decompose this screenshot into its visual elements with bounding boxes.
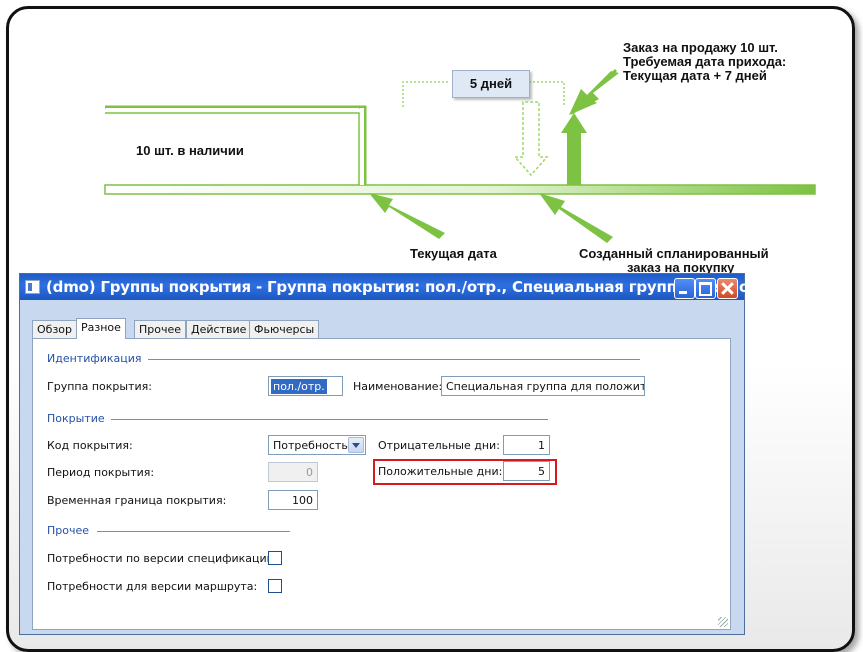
- close-button[interactable]: [717, 278, 738, 299]
- tab-general[interactable]: Разное: [76, 318, 126, 339]
- tab-futures[interactable]: Фьючерсы: [249, 320, 320, 338]
- route-version-checkbox[interactable]: [268, 579, 282, 593]
- time-fence-label: Временная граница покрытия:: [47, 494, 227, 507]
- section-divider: [97, 531, 290, 532]
- name-label: Наименование:: [353, 380, 443, 393]
- coverage-code-value: Потребность: [273, 439, 348, 452]
- form-icon: [25, 280, 40, 294]
- section-identification: Идентификация: [47, 352, 142, 365]
- positive-days-label: Положительные дни:: [378, 465, 503, 478]
- positive-days-field[interactable]: 5: [503, 461, 550, 481]
- coverage-period-label: Период покрытия:: [47, 466, 155, 479]
- planned-order-arrow: [539, 193, 613, 243]
- sales-order-text-2: Требуемая дата прихода:: [623, 54, 787, 69]
- coverage-group-label: Группа покрытия:: [47, 380, 152, 393]
- time-fence-field[interactable]: 100: [268, 490, 318, 510]
- coverage-group-value: пол./отр.: [271, 379, 327, 394]
- resize-grip[interactable]: [718, 617, 728, 627]
- section-coverage: Покрытие: [47, 412, 105, 425]
- section-divider: [111, 419, 548, 420]
- section-other: Прочее: [47, 524, 90, 537]
- coverage-code-select[interactable]: Потребность: [268, 435, 366, 455]
- tab-other[interactable]: Прочее: [134, 320, 187, 338]
- chevron-down-icon[interactable]: [348, 437, 364, 453]
- title-bar[interactable]: (dmo) Группы покрытия - Группа покрытия:…: [20, 274, 801, 300]
- current-date-arrow: [369, 193, 445, 239]
- timeline-bar: [104, 184, 816, 195]
- bom-version-label: Потребности по версии спецификации:: [47, 552, 278, 565]
- tab-action[interactable]: Действие: [186, 320, 252, 338]
- tab-panel-general: Идентификация Группа покрытия: пол./отр.…: [32, 338, 731, 630]
- minimize-button[interactable]: [674, 278, 695, 299]
- section-divider: [148, 359, 640, 360]
- coverage-group-field[interactable]: пол./отр.: [268, 376, 343, 396]
- coverage-period-field[interactable]: 0: [268, 462, 318, 482]
- current-date-text: Текущая дата: [410, 246, 497, 261]
- days-label: 5 дней: [452, 70, 530, 98]
- in-stock-text: 10 шт. в наличии: [136, 143, 244, 158]
- name-field[interactable]: Специальная группа для положите: [441, 376, 645, 396]
- tab-overview[interactable]: Обзор: [32, 320, 78, 338]
- sales-order-text-3: Текущая дата + 7 дней: [623, 68, 767, 83]
- coverage-code-label: Код покрытия:: [47, 439, 133, 452]
- up-arrow: [561, 113, 587, 185]
- coverage-groups-window: (dmo) Группы покрытия - Группа покрытия:…: [19, 273, 801, 635]
- negative-days-field[interactable]: 1: [503, 435, 550, 455]
- route-version-label: Потребности для версии маршрута:: [47, 580, 258, 593]
- negative-days-label: Отрицательные дни:: [378, 439, 500, 452]
- maximize-button[interactable]: [695, 278, 716, 299]
- dashed-down-arrow: [513, 101, 549, 177]
- planned-order-text-1: Созданный спланированный: [579, 246, 769, 261]
- bom-version-checkbox[interactable]: [268, 551, 282, 565]
- sales-order-text-1: Заказ на продажу 10 шт.: [623, 40, 778, 55]
